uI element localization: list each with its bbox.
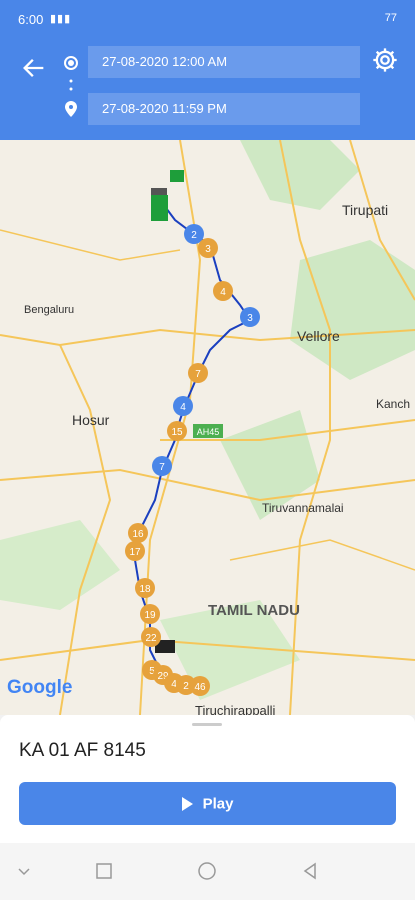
map-marker[interactable]: 22	[141, 627, 161, 647]
map-label: Tiruvannamalai	[262, 501, 344, 515]
route-dots-icon	[69, 79, 73, 91]
signal-icon: ▮▮▮	[50, 13, 72, 25]
svg-text:16: 16	[132, 529, 144, 540]
map-marker[interactable]: 17	[125, 541, 145, 561]
svg-text:3: 3	[205, 244, 211, 255]
recent-apps-icon[interactable]	[94, 861, 114, 881]
map-marker[interactable]: 46	[190, 676, 210, 696]
location-pin-icon	[65, 101, 77, 117]
chevron-down-icon[interactable]	[14, 861, 34, 881]
map-marker[interactable]: 18	[135, 578, 155, 598]
svg-text:46: 46	[194, 682, 206, 693]
map-marker[interactable]: 4	[213, 281, 233, 301]
map-label: Bengaluru	[24, 304, 74, 316]
svg-text:3: 3	[247, 313, 253, 324]
system-nav-bar	[0, 843, 415, 900]
map-marker[interactable]: 19	[140, 604, 160, 624]
play-icon	[181, 796, 193, 811]
google-attribution: Google	[7, 677, 73, 698]
map-marker[interactable]: 7	[188, 363, 208, 383]
map-marker[interactable]: 3	[198, 238, 218, 258]
svg-text:2: 2	[191, 230, 197, 241]
map-label: Hosur	[72, 412, 110, 428]
map-label: Tiruchirappalli	[195, 703, 276, 715]
map-label: Vellore	[297, 328, 340, 344]
home-icon[interactable]	[197, 861, 217, 881]
svg-text:22: 22	[145, 633, 157, 644]
map-marker[interactable]: 15	[167, 421, 187, 441]
map-label: Tirupati	[342, 202, 388, 218]
map-marker[interactable]: 3	[240, 307, 260, 327]
map-marker[interactable]: 16	[128, 523, 148, 543]
end-datetime-field[interactable]: 27-08-2020 11:59 PM	[88, 93, 360, 125]
start-datetime-field[interactable]: 27-08-2020 12:00 AM	[88, 46, 360, 78]
status-bar: 6:00 ▮▮▮ 77	[0, 0, 415, 40]
route-map[interactable]: 2 3 4 3 7 4 15 7 16 17 18 19 22 5 29 4 2…	[0, 140, 415, 715]
bottom-sheet: KA 01 AF 8145 Play	[0, 715, 415, 843]
svg-text:4: 4	[220, 287, 226, 298]
map-label: TAMIL NADU	[208, 602, 300, 619]
back-icon[interactable]	[300, 861, 320, 881]
map-marker[interactable]: 4	[173, 396, 193, 416]
svg-text:4: 4	[180, 402, 186, 413]
map-marker[interactable]: 7	[152, 456, 172, 476]
battery-icon: 77	[384, 12, 397, 24]
svg-text:18: 18	[139, 584, 151, 595]
status-time: 6:00	[18, 12, 44, 27]
highway-badge: AH45	[197, 427, 220, 437]
vehicle-number: KA 01 AF 8145	[19, 740, 146, 761]
top-header: 27-08-2020 12:00 AM 27-08-2020 11:59 PM	[0, 40, 415, 140]
settings-gear-icon[interactable]	[371, 46, 399, 74]
map-label: Kanch	[376, 397, 410, 411]
svg-text:15: 15	[171, 427, 183, 438]
svg-text:7: 7	[159, 462, 165, 473]
play-button[interactable]: Play	[19, 782, 396, 825]
back-arrow-icon[interactable]	[20, 54, 48, 82]
svg-text:17: 17	[129, 547, 141, 558]
svg-text:19: 19	[144, 610, 156, 621]
svg-text:2: 2	[183, 681, 189, 692]
svg-text:7: 7	[195, 369, 201, 380]
drag-handle[interactable]	[192, 723, 222, 726]
start-point-icon	[64, 56, 78, 70]
